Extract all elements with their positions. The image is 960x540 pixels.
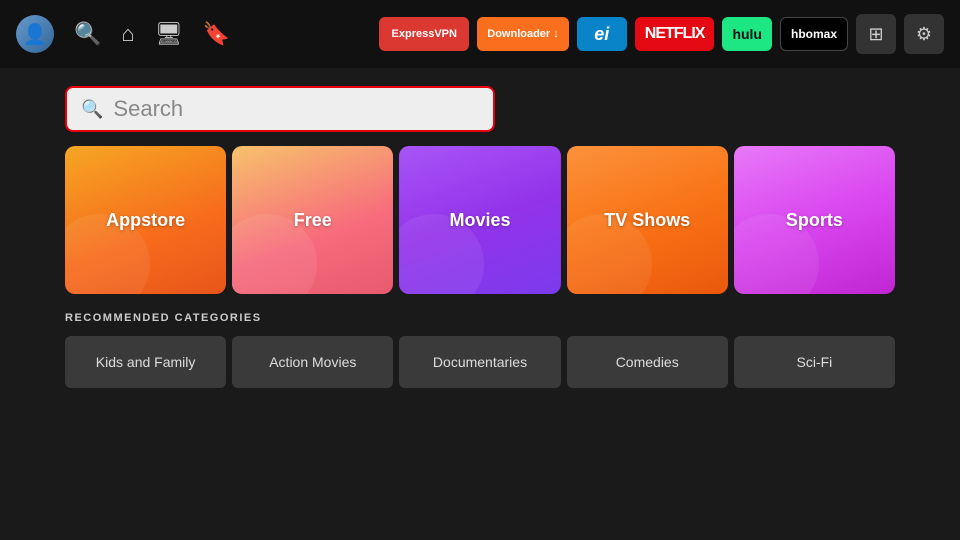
tile-sports[interactable]: Sports [734,146,895,294]
hulu-label: hulu [732,26,762,42]
top-nav: 👤 🔍 ⌂ 🖥 🔖 ExpressVPN Downloader ↓ ei NET… [0,0,960,68]
recommended-title: RECOMMENDED CATEGORIES [65,312,895,324]
chip-kids-family[interactable]: Kids and Family [65,336,226,388]
firetv-badge[interactable]: ei [577,17,627,51]
avatar-icon: 👤 [23,22,48,47]
tile-tvshows-label: TV Shows [604,210,690,231]
bookmark-icon[interactable]: 🔖 [203,21,230,47]
hulu-badge[interactable]: hulu [722,17,772,51]
chip-action-movies[interactable]: Action Movies [232,336,393,388]
chip-sci-fi[interactable]: Sci-Fi [734,336,895,388]
search-bar[interactable]: 🔍 Search [65,86,495,132]
expressvpn-badge[interactable]: ExpressVPN [379,17,469,51]
settings-button[interactable]: ⚙ [904,14,944,54]
firetv-label: ei [594,24,609,45]
chip-documentaries[interactable]: Documentaries [399,336,560,388]
search-nav-icon[interactable]: 🔍 [74,21,101,47]
tile-sports-label: Sports [786,210,843,231]
nav-right: ExpressVPN Downloader ↓ ei NETFLIX hulu … [379,14,944,54]
tile-free-label: Free [294,210,332,231]
downloader-label: Downloader ↓ [487,28,559,40]
chip-documentaries-label: Documentaries [433,354,527,370]
tile-appstore[interactable]: Appstore [65,146,226,294]
hbomax-badge[interactable]: hbomax [780,17,848,51]
chip-action-movies-label: Action Movies [269,354,356,370]
recommended-section: RECOMMENDED CATEGORIES Kids and Family A… [0,294,960,388]
search-section: 🔍 Search [0,68,960,146]
home-icon[interactable]: ⌂ [121,21,134,47]
tile-movies-label: Movies [449,210,510,231]
hbomax-label: hbomax [791,27,837,41]
grid-button[interactable]: ⊞ [856,14,896,54]
tile-movies[interactable]: Movies [399,146,560,294]
tiles-section: Appstore Free Movies TV Shows Sports [0,146,960,294]
settings-icon: ⚙ [916,24,932,45]
downloader-badge[interactable]: Downloader ↓ [477,17,569,51]
chip-comedies[interactable]: Comedies [567,336,728,388]
nav-left: 👤 🔍 ⌂ 🖥 🔖 [16,15,230,53]
search-icon: 🔍 [81,99,103,120]
chip-sci-fi-label: Sci-Fi [797,354,833,370]
category-chips: Kids and Family Action Movies Documentar… [65,336,895,388]
chip-comedies-label: Comedies [616,354,679,370]
grid-icon: ⊞ [868,24,883,45]
search-placeholder: Search [113,96,183,122]
tile-free[interactable]: Free [232,146,393,294]
tile-tvshows[interactable]: TV Shows [567,146,728,294]
netflix-badge[interactable]: NETFLIX [635,17,715,51]
avatar[interactable]: 👤 [16,15,54,53]
chip-kids-family-label: Kids and Family [96,354,196,370]
tv-icon[interactable]: 🖥 [155,21,183,47]
expressvpn-label: ExpressVPN [392,28,457,40]
tile-appstore-label: Appstore [106,210,185,231]
netflix-label: NETFLIX [645,25,705,43]
